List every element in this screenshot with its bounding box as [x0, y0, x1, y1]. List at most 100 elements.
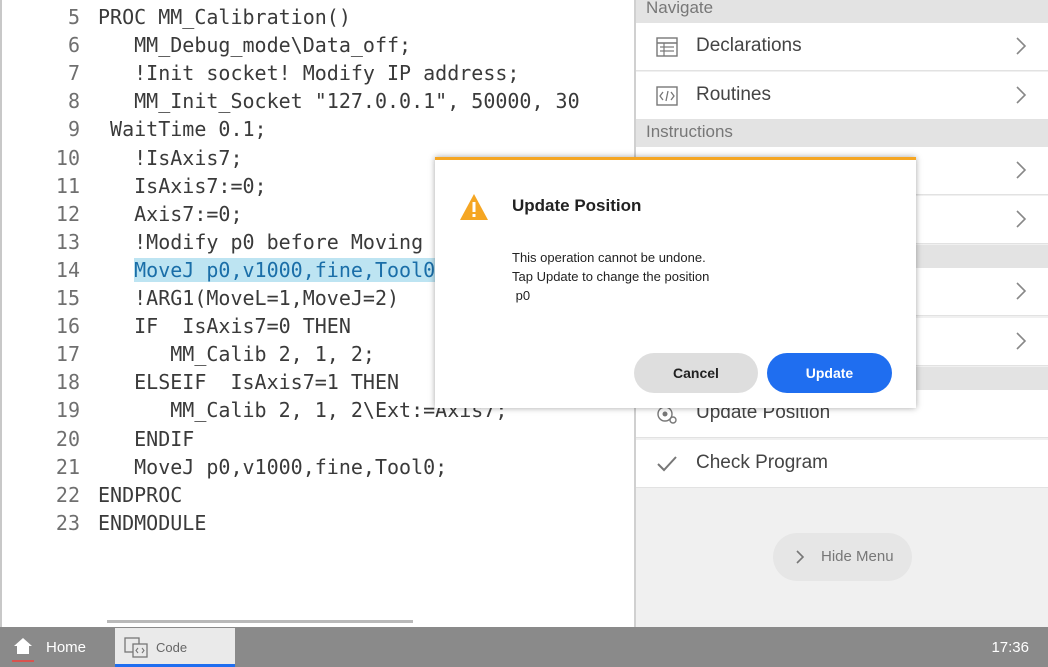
- menu-item-declarations-label: Declarations: [696, 35, 802, 56]
- code-text: PROC MM_Calibration(): [98, 3, 351, 31]
- line-number: 18: [55, 370, 80, 395]
- update-button[interactable]: Update: [767, 353, 892, 393]
- dialog-message-line: This operation cannot be undone.: [512, 250, 706, 265]
- menu-item-check-program[interactable]: Check Program: [636, 440, 1048, 488]
- code-line[interactable]: 5 PROC MM_Calibration(): [2, 3, 634, 31]
- home-label: Home: [46, 639, 87, 656]
- code-text: ENDIF: [98, 425, 194, 453]
- code-text-segment: IsAxis7:=0;: [98, 173, 267, 198]
- code-line[interactable]: 6 MM_Debug_mode\Data_off;: [2, 31, 634, 59]
- code-line[interactable]: 9 WaitTime 0.1;: [2, 115, 634, 143]
- chevron-right-icon: [1016, 161, 1027, 179]
- code-text-segment: ENDIF: [98, 426, 195, 451]
- code-text-segment: IF IsAxis7=0 THEN: [98, 314, 351, 339]
- code-text-segment: !Init socket! Modify IP address;: [98, 61, 520, 86]
- code-text: MoveJ p0,v1000,fine,Tool0;: [98, 256, 448, 284]
- line-number: 14: [55, 257, 80, 282]
- home-icon: [14, 638, 32, 654]
- line-number: 22: [55, 482, 80, 507]
- checkmark-icon: [657, 456, 677, 472]
- chevron-right-icon: [1016, 282, 1027, 300]
- update-position-dialog: Update Position This operation cannot be…: [435, 157, 916, 408]
- code-text: MM_Calib 2, 1, 2;: [98, 340, 375, 368]
- line-number: 21: [55, 454, 80, 479]
- line-number: 17: [55, 342, 80, 367]
- code-text-segment: MM_Calib 2, 1, 2;: [98, 342, 375, 367]
- dialog-title: Update Position: [512, 196, 642, 215]
- menu-item-routines[interactable]: Routines: [636, 72, 1048, 120]
- line-number: 11: [55, 173, 80, 198]
- code-text-segment: !Modify p0 before Moving: [98, 229, 424, 254]
- code-text: MoveJ p0,v1000,fine,Tool0;: [98, 453, 447, 481]
- chevron-right-icon: [1016, 332, 1027, 350]
- code-text-segment: ENDMODULE: [98, 510, 207, 535]
- line-number: 19: [55, 398, 80, 423]
- dialog-message-line: Tap Update to change the position: [512, 269, 710, 284]
- horizontal-scrollbar[interactable]: [107, 620, 413, 623]
- line-number: 7: [67, 61, 80, 86]
- code-text-segment: Axis7:=0;: [98, 201, 243, 226]
- home-active-indicator: [12, 660, 34, 662]
- chevron-right-icon: [796, 550, 805, 564]
- code-text: IF IsAxis7=0 THEN: [98, 312, 351, 340]
- dialog-message-line: p0: [512, 288, 531, 303]
- hide-menu-button[interactable]: Hide Menu: [773, 533, 912, 581]
- chevron-right-icon: [1016, 37, 1027, 55]
- line-number: 9: [67, 117, 80, 142]
- line-number: 15: [55, 286, 80, 310]
- instructions-section-header: Instructions: [636, 120, 1048, 147]
- hide-menu-label: Hide Menu: [821, 548, 894, 565]
- code-text: WaitTime 0.1;: [98, 115, 267, 143]
- code-text-segment: ENDPROC: [98, 482, 183, 507]
- line-number: 6: [67, 33, 80, 58]
- code-text-segment: MM_Debug_mode\Data_off;: [98, 33, 412, 58]
- code-text-segment: ELSEIF IsAxis7=1 THEN: [98, 370, 400, 395]
- menu-item-declarations[interactable]: Declarations: [636, 23, 1048, 71]
- menu-item-routines-label: Routines: [696, 84, 771, 105]
- line-number: 20: [55, 426, 80, 451]
- taskbar: Home Code 17:36: [0, 627, 1048, 667]
- code-text: !IsAxis7;: [98, 144, 243, 172]
- line-number: 12: [55, 201, 80, 226]
- line-number: 10: [55, 145, 80, 170]
- code-text: ENDMODULE: [98, 509, 206, 537]
- code-text: !ARG1(MoveL=1,MoveJ=2): [98, 284, 399, 312]
- code-line[interactable]: 23 ENDMODULE: [2, 509, 634, 537]
- line-number: 23: [55, 510, 80, 535]
- code-text-segment: !ARG1(MoveL=1,MoveJ=2): [98, 286, 400, 310]
- code-text-segment: WaitTime 0.1;: [98, 117, 267, 142]
- selected-code-text: MoveJ p0,v1000,fine,Tool0;: [134, 257, 448, 282]
- code-text: Axis7:=0;: [98, 200, 243, 228]
- navigate-section-header: Navigate: [636, 0, 1048, 23]
- code-line[interactable]: 7 !Init socket! Modify IP address;: [2, 59, 634, 87]
- code-text: ELSEIF IsAxis7=1 THEN: [98, 368, 399, 396]
- chevron-right-icon: [1016, 86, 1027, 104]
- code-line[interactable]: 22 ENDPROC: [2, 481, 634, 509]
- cancel-button[interactable]: Cancel: [634, 353, 758, 393]
- code-text-segment: PROC MM_Calibration(): [98, 5, 351, 29]
- line-number: 5: [67, 5, 80, 29]
- code-text-segment: [98, 258, 134, 282]
- line-number: 13: [55, 229, 80, 254]
- code-text: ENDPROC: [98, 481, 182, 509]
- menu-item-check-program-label: Check Program: [696, 452, 828, 473]
- chevron-right-icon: [1016, 210, 1027, 228]
- code-tab-label: Code: [156, 640, 188, 655]
- home-button[interactable]: Home: [0, 627, 110, 667]
- code-text: !Init socket! Modify IP address;: [98, 59, 519, 87]
- code-text: MM_Init_Socket "127.0.0.1", 50000, 30: [98, 87, 580, 115]
- code-line[interactable]: 8 MM_Init_Socket "127.0.0.1", 50000, 30: [2, 87, 634, 115]
- code-app-tab[interactable]: Code: [115, 628, 235, 667]
- line-number: 16: [55, 314, 80, 339]
- code-text-segment: MoveJ p0,v1000,fine,Tool0;: [98, 454, 448, 479]
- code-line[interactable]: 21 MoveJ p0,v1000,fine,Tool0;: [2, 453, 634, 481]
- line-number: 8: [67, 89, 80, 114]
- warning-triangle-icon: [460, 194, 488, 220]
- code-file-icon: [124, 637, 148, 658]
- clock: 17:36: [991, 639, 1029, 656]
- code-text-segment: !IsAxis7;: [98, 145, 243, 170]
- code-text: !Modify p0 before Moving: [98, 228, 423, 256]
- code-brackets-icon: [656, 86, 678, 106]
- code-text-segment: MM_Init_Socket "127.0.0.1", 50000, 30: [98, 89, 580, 114]
- code-line[interactable]: 20 ENDIF: [2, 425, 634, 453]
